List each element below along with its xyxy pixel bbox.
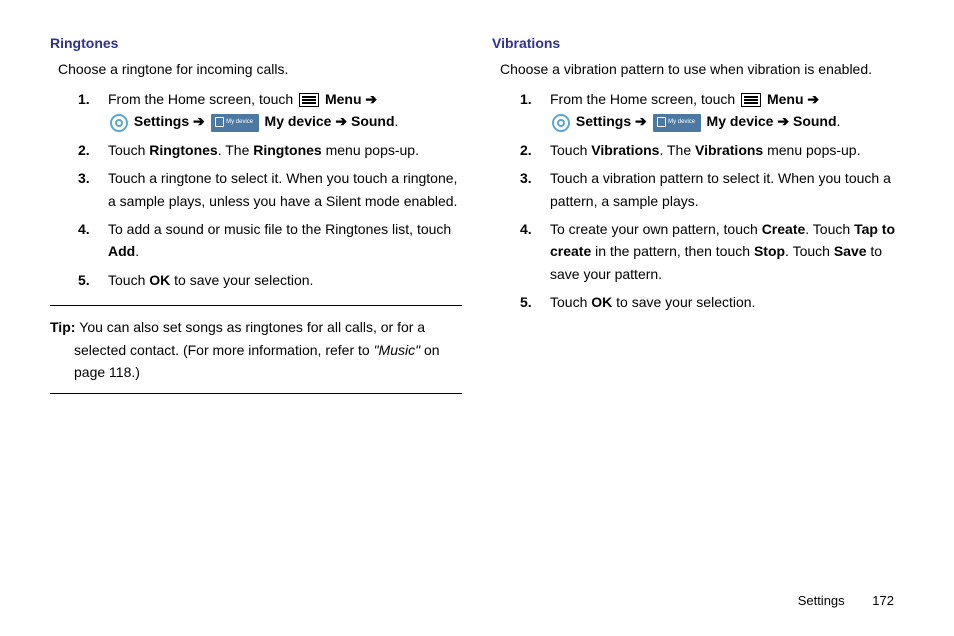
step-number: 5.	[78, 269, 102, 291]
content-columns: Ringtones Choose a ringtone for incoming…	[50, 35, 904, 394]
step-2: 2. Touch Vibrations. The Vibrations menu…	[520, 139, 904, 161]
music-reference: "Music"	[374, 342, 421, 358]
left-column: Ringtones Choose a ringtone for incoming…	[50, 35, 462, 394]
settings-icon	[552, 114, 570, 132]
tip-box: Tip: You can also set songs as ringtones…	[50, 305, 462, 394]
page-footer: Settings 172	[798, 593, 894, 608]
step-3: 3. Touch a vibration pattern to select i…	[520, 167, 904, 212]
right-column: Vibrations Choose a vibration pattern to…	[492, 35, 904, 394]
step-4: 4. To create your own pattern, touch Cre…	[520, 218, 904, 285]
step-number: 3.	[520, 167, 544, 212]
settings-icon	[110, 114, 128, 132]
step-2: 2. Touch Ringtones. The Ringtones menu p…	[78, 139, 462, 161]
step-number: 2.	[520, 139, 544, 161]
menu-icon	[741, 93, 761, 107]
vibrations-intro: Choose a vibration pattern to use when v…	[500, 59, 904, 80]
step-3: 3. Touch a ringtone to select it. When y…	[78, 167, 462, 212]
step-5: 5. Touch OK to save your selection.	[78, 269, 462, 291]
step-5: 5. Touch OK to save your selection.	[520, 291, 904, 313]
step-number: 4.	[78, 218, 102, 263]
menu-icon	[299, 93, 319, 107]
page-number: 172	[872, 593, 894, 608]
tip-label: Tip:	[50, 319, 79, 335]
mydevice-icon: My device	[653, 114, 701, 132]
step-number: 3.	[78, 167, 102, 212]
step-1: 1. From the Home screen, touch Menu ➔ Se…	[520, 88, 904, 133]
vibrations-heading: Vibrations	[492, 35, 904, 51]
step-number: 2.	[78, 139, 102, 161]
vibrations-steps: 1. From the Home screen, touch Menu ➔ Se…	[520, 88, 904, 314]
ringtones-heading: Ringtones	[50, 35, 462, 51]
step-number: 1.	[520, 88, 544, 133]
step-4: 4. To add a sound or music file to the R…	[78, 218, 462, 263]
step-number: 1.	[78, 88, 102, 133]
ringtones-steps: 1. From the Home screen, touch Menu ➔ Se…	[78, 88, 462, 291]
step-1: 1. From the Home screen, touch Menu ➔ Se…	[78, 88, 462, 133]
step-number: 4.	[520, 218, 544, 285]
step-number: 5.	[520, 291, 544, 313]
ringtones-intro: Choose a ringtone for incoming calls.	[58, 59, 462, 80]
mydevice-icon: My device	[211, 114, 259, 132]
footer-section: Settings	[798, 593, 845, 608]
